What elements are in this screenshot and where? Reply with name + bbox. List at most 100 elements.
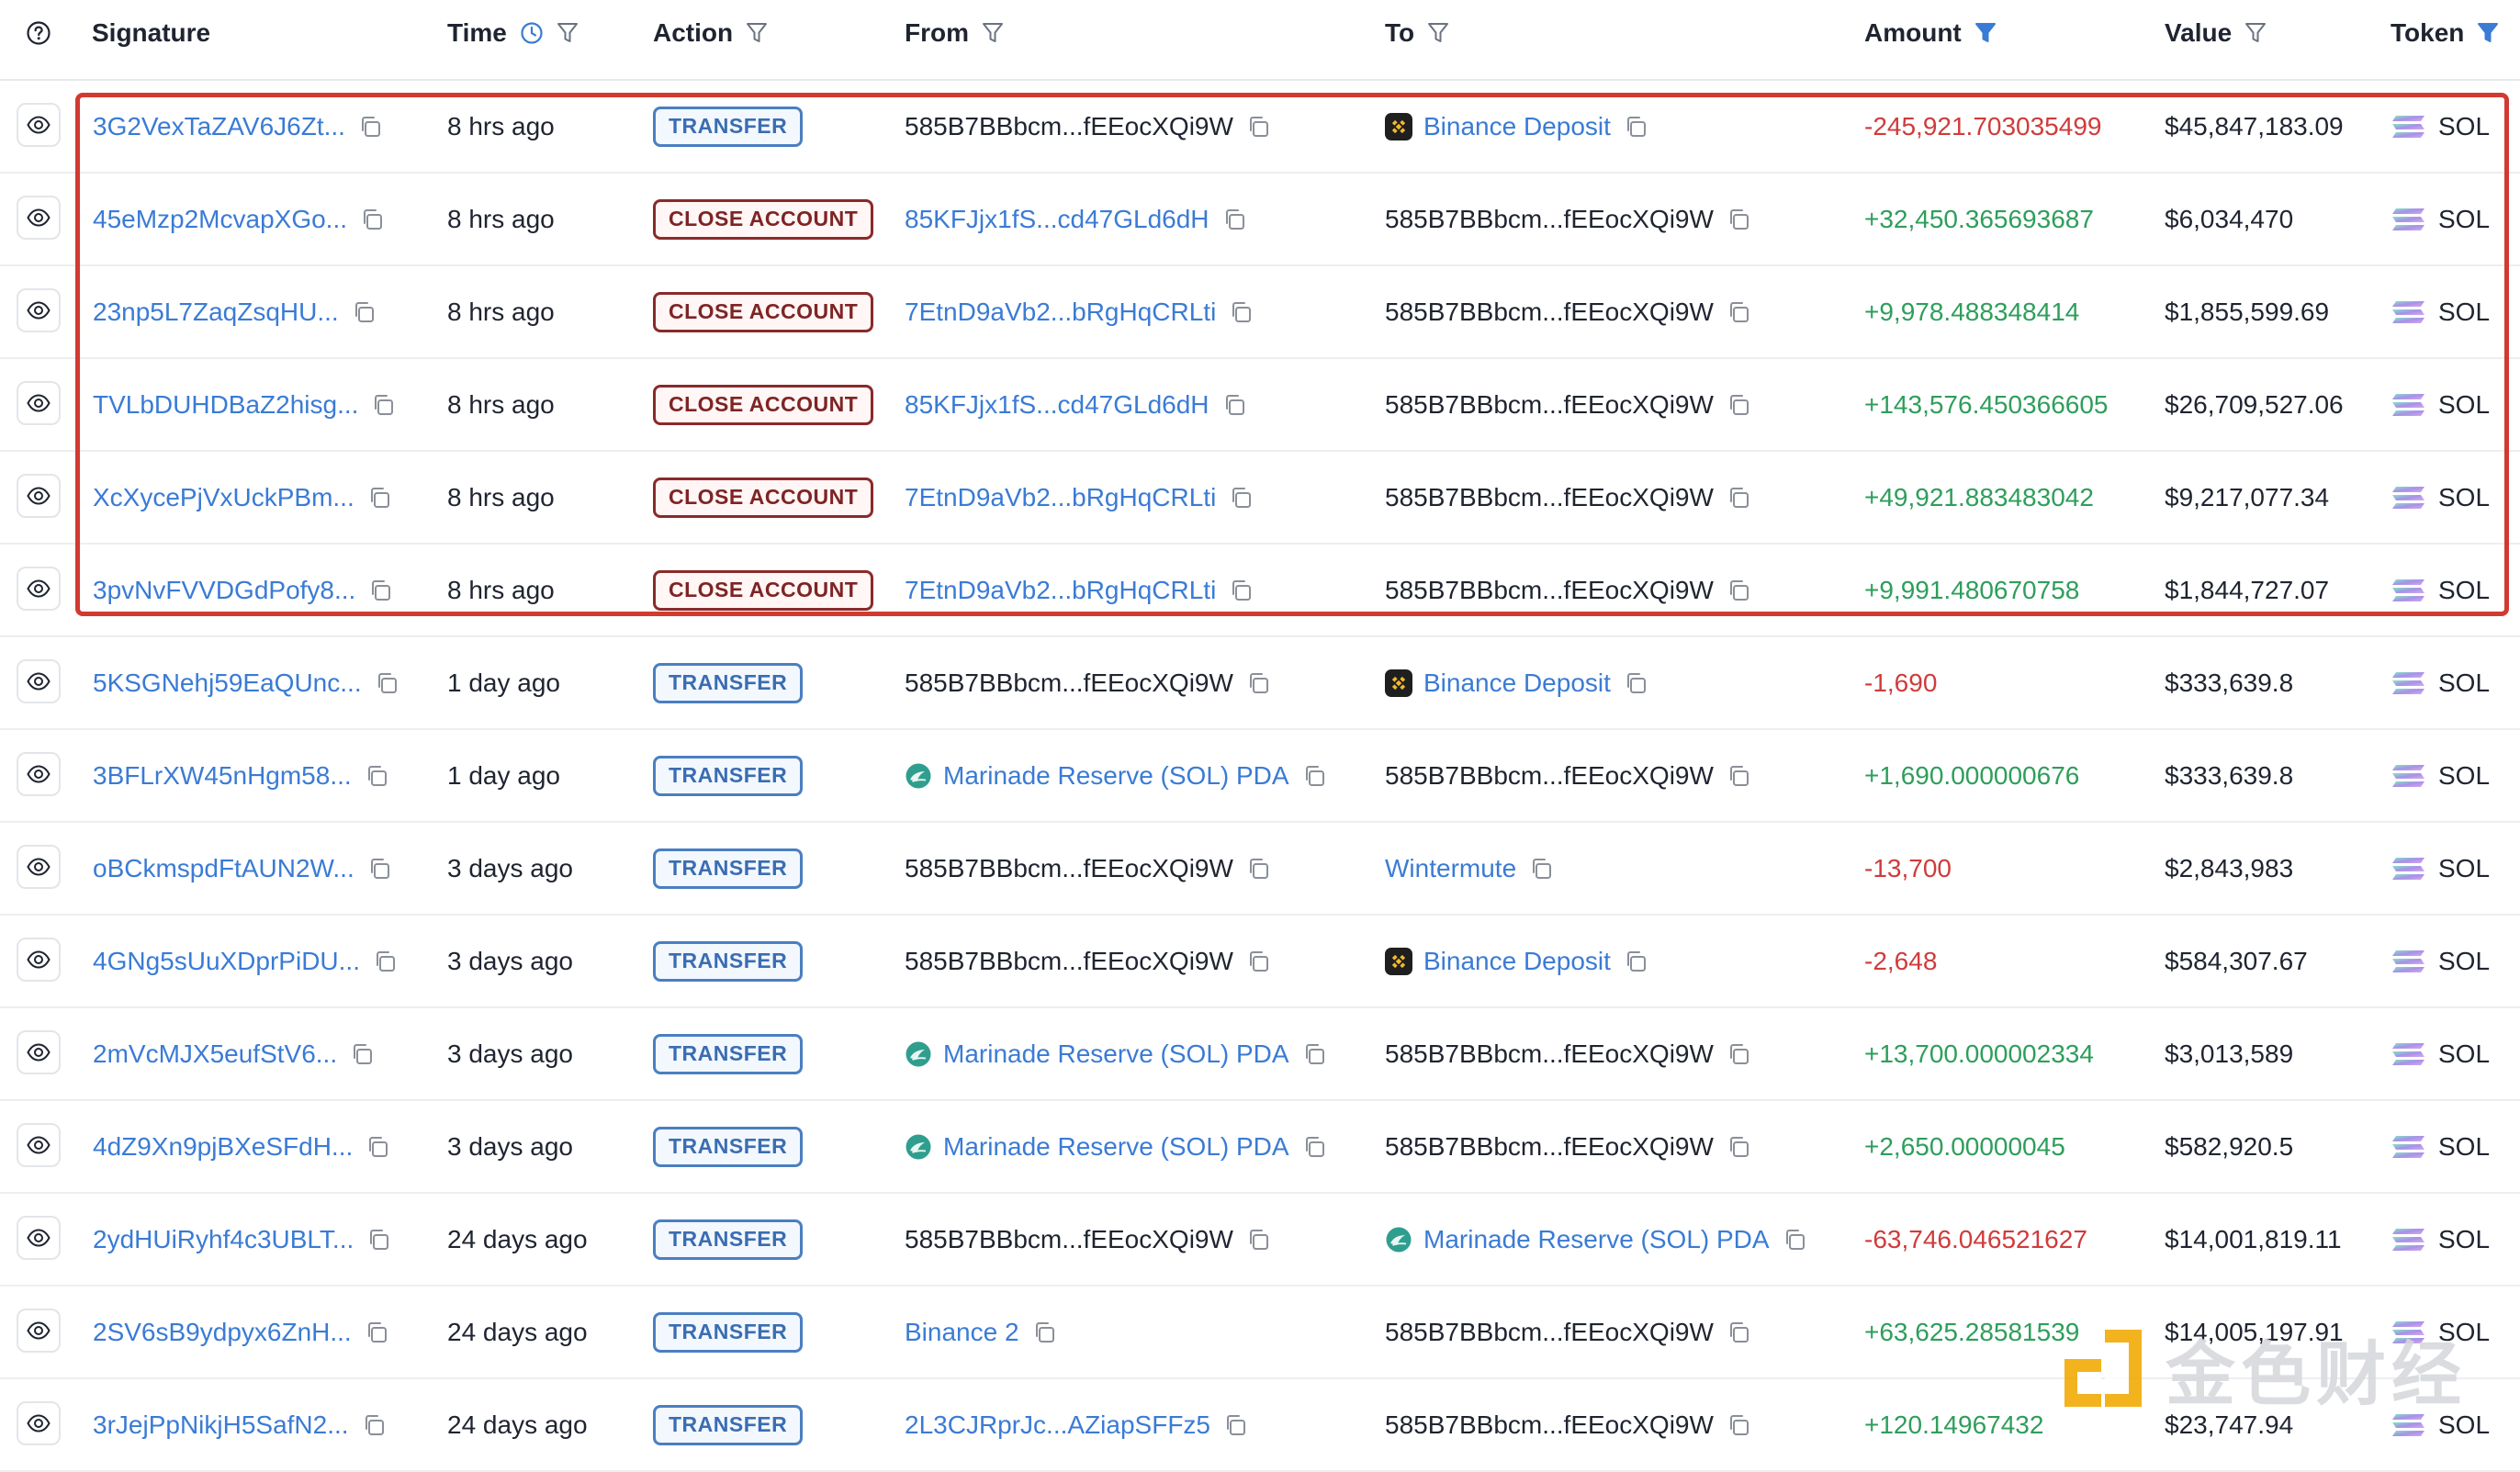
copy-icon[interactable] [362,1413,386,1437]
copy-icon[interactable] [366,1228,390,1252]
header-amount[interactable]: Amount [1864,0,1997,66]
copy-icon[interactable] [365,1320,388,1344]
signature-link[interactable]: 2mVcMJX5eufStV6... [93,1039,337,1069]
to-link[interactable]: Binance Deposit [1423,112,1611,141]
filter-active-icon[interactable] [2477,21,2499,45]
filter-icon[interactable] [746,21,768,45]
copy-icon[interactable] [1727,1135,1750,1159]
from-link[interactable]: Marinade Reserve (SOL) PDA [943,1132,1289,1162]
copy-icon[interactable] [368,579,392,602]
from-link[interactable]: 7EtnD9aVb2...bRgHqCRLti [905,576,1216,605]
signature-link[interactable]: 3pvNvFVVDGdPofy8... [93,576,355,605]
copy-icon[interactable] [1783,1228,1806,1252]
token-symbol[interactable]: SOL [2438,112,2490,141]
copy-icon[interactable] [1223,1413,1247,1437]
copy-icon[interactable] [375,671,399,695]
view-details-button[interactable] [17,567,61,611]
copy-icon[interactable] [1032,1320,1056,1344]
help-icon[interactable] [26,20,51,46]
copy-icon[interactable] [1727,764,1750,788]
filter-icon[interactable] [1427,21,1449,45]
view-details-button[interactable] [17,1216,61,1260]
signature-link[interactable]: XcXycePjVxUckPBm... [93,483,354,512]
copy-icon[interactable] [1246,857,1270,881]
signature-link[interactable]: 2ydHUiRyhf4c3UBLT... [93,1225,354,1254]
copy-icon[interactable] [373,949,397,973]
copy-icon[interactable] [1222,208,1246,231]
signature-link[interactable]: 2SV6sB9ydpyx6ZnH... [93,1318,352,1347]
signature-link[interactable]: 4dZ9Xn9pjBXeSFdH... [93,1132,353,1162]
to-link[interactable]: Marinade Reserve (SOL) PDA [1423,1225,1770,1254]
token-symbol[interactable]: SOL [2438,854,2490,883]
from-link[interactable]: 7EtnD9aVb2...bRgHqCRLti [905,483,1216,512]
from-link[interactable]: 85KFJjx1fS...cd47GLd6dH [905,390,1209,420]
copy-icon[interactable] [352,300,376,324]
copy-icon[interactable] [1727,1413,1750,1437]
token-symbol[interactable]: SOL [2438,1132,2490,1162]
copy-icon[interactable] [365,764,388,788]
token-symbol[interactable]: SOL [2438,298,2490,327]
token-symbol[interactable]: SOL [2438,947,2490,976]
copy-icon[interactable] [1246,949,1270,973]
copy-icon[interactable] [1302,1135,1326,1159]
view-details-button[interactable] [17,288,61,332]
copy-icon[interactable] [367,486,391,510]
filter-active-icon[interactable] [1974,21,1997,45]
from-link[interactable]: 85KFJjx1fS...cd47GLd6dH [905,205,1209,234]
signature-link[interactable]: oBCkmspdFtAUN2W... [93,854,354,883]
token-symbol[interactable]: SOL [2438,483,2490,512]
copy-icon[interactable] [1246,671,1270,695]
view-details-button[interactable] [17,381,61,425]
to-link[interactable]: Binance Deposit [1423,669,1611,698]
view-details-button[interactable] [17,845,61,889]
header-time[interactable]: Time [447,0,579,66]
copy-icon[interactable] [1246,1228,1270,1252]
header-value[interactable]: Value [2165,0,2267,66]
signature-link[interactable]: 23np5L7ZaqZsqHU... [93,298,339,327]
signature-link[interactable]: 5KSGNehj59EaQUnc... [93,669,362,698]
from-link[interactable]: 7EtnD9aVb2...bRgHqCRLti [905,298,1216,327]
copy-icon[interactable] [1727,579,1750,602]
copy-icon[interactable] [1302,764,1326,788]
filter-icon[interactable] [982,21,1004,45]
filter-icon[interactable] [2244,21,2267,45]
copy-icon[interactable] [1529,857,1553,881]
copy-icon[interactable] [1727,300,1750,324]
signature-link[interactable]: 3rJejPpNikjH5SafN2... [93,1410,349,1440]
to-link[interactable]: Binance Deposit [1423,947,1611,976]
copy-icon[interactable] [367,857,391,881]
from-link[interactable]: Marinade Reserve (SOL) PDA [943,1039,1289,1069]
copy-icon[interactable] [360,208,384,231]
copy-icon[interactable] [1246,115,1270,139]
copy-icon[interactable] [1624,671,1648,695]
clock-icon[interactable] [520,21,544,45]
copy-icon[interactable] [1229,579,1253,602]
signature-link[interactable]: 4GNg5sUuXDprPiDU... [93,947,360,976]
signature-link[interactable]: 45eMzp2McvapXGo... [93,205,347,234]
copy-icon[interactable] [1222,393,1246,417]
view-details-button[interactable] [17,474,61,518]
token-symbol[interactable]: SOL [2438,761,2490,791]
to-link[interactable]: Wintermute [1385,854,1516,883]
header-from[interactable]: From [905,0,1004,66]
from-link[interactable]: Marinade Reserve (SOL) PDA [943,761,1289,791]
copy-icon[interactable] [366,1135,389,1159]
copy-icon[interactable] [1624,949,1648,973]
copy-icon[interactable] [1302,1042,1326,1066]
token-symbol[interactable]: SOL [2438,1039,2490,1069]
token-symbol[interactable]: SOL [2438,390,2490,420]
view-details-button[interactable] [17,196,61,240]
copy-icon[interactable] [1727,208,1750,231]
copy-icon[interactable] [1727,1042,1750,1066]
token-symbol[interactable]: SOL [2438,1225,2490,1254]
filter-icon[interactable] [557,21,579,45]
view-details-button[interactable] [17,103,61,147]
signature-link[interactable]: 3BFLrXW45nHgm58... [93,761,352,791]
view-details-button[interactable] [17,938,61,982]
copy-icon[interactable] [1229,300,1253,324]
copy-icon[interactable] [1727,393,1750,417]
view-details-button[interactable] [17,1401,61,1445]
token-symbol[interactable]: SOL [2438,576,2490,605]
from-link[interactable]: 2L3CJRprJc...AZiapSFFz5 [905,1410,1210,1440]
copy-icon[interactable] [371,393,395,417]
